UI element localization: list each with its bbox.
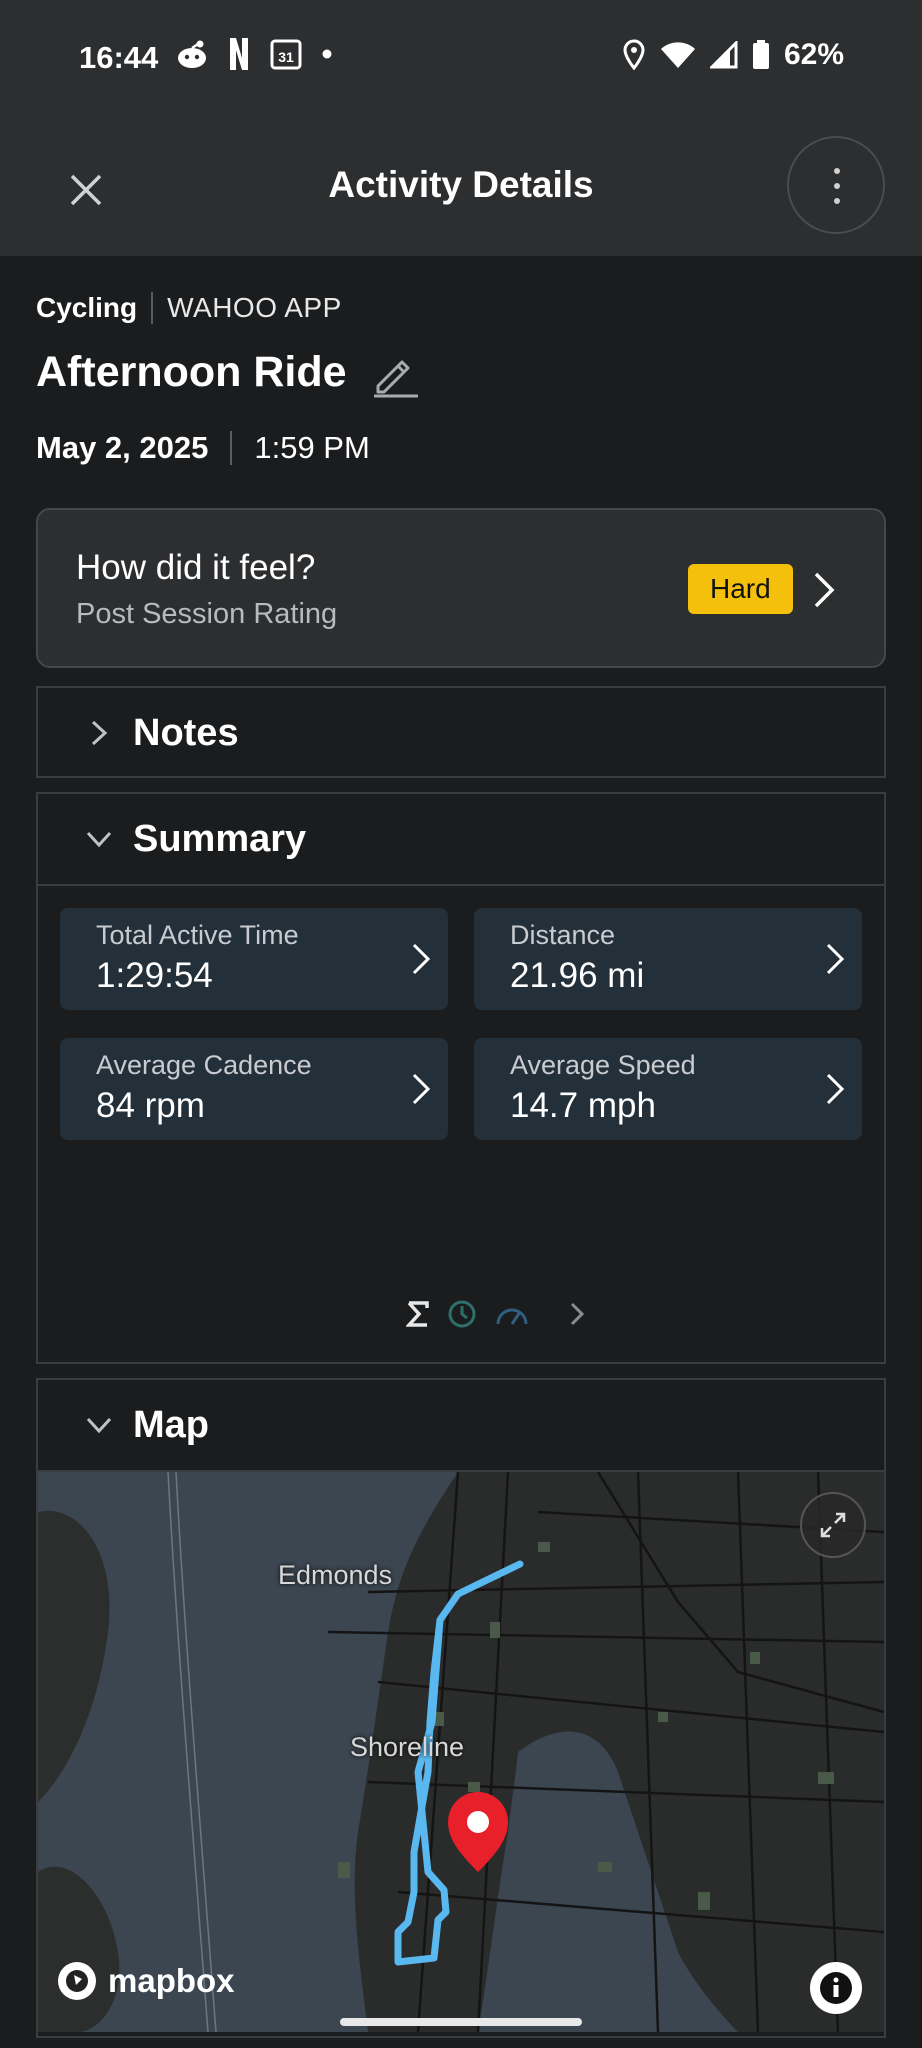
stat-label: Total Active Time <box>96 920 299 950</box>
stat-tile-average-cadence[interactable]: Average Cadence 84 rpm <box>60 1038 448 1140</box>
wifi-icon <box>660 42 695 68</box>
sigma-icon[interactable] <box>406 1300 430 1328</box>
route-map[interactable]: Edmonds Shoreline mapbox <box>38 1472 884 2032</box>
map-place-label: Edmonds <box>278 1560 393 1590</box>
mapbox-logo[interactable]: mapbox <box>56 1960 235 2002</box>
home-indicator[interactable] <box>340 2018 582 2026</box>
chevron-down-icon <box>86 1417 112 1434</box>
activity-time: 1:59 PM <box>254 430 370 465</box>
chevron-right-icon <box>412 1073 431 1105</box>
feel-question: How did it feel? <box>76 548 316 587</box>
stat-value: 1:29:54 <box>96 956 213 995</box>
edit-title-button[interactable] <box>370 350 420 400</box>
chevron-right-icon <box>412 943 431 975</box>
more-options-button[interactable] <box>787 136 885 234</box>
clock-icon[interactable] <box>446 1298 478 1330</box>
activity-date: May 2, 2025 <box>36 430 209 465</box>
sport-type: Cycling <box>36 292 138 323</box>
chevron-right-icon[interactable] <box>558 1300 598 1328</box>
cell-signal-icon <box>709 41 738 69</box>
summary-title: Summary <box>133 818 307 860</box>
chevron-right-icon <box>826 943 845 975</box>
map-section: Map Edmonds Shoreline mapbox <box>36 1378 886 2038</box>
map-header[interactable]: Map <box>38 1380 884 1470</box>
activity-title: Afternoon Ride <box>36 348 347 396</box>
map-title: Map <box>133 1404 209 1446</box>
chevron-right-icon <box>91 720 108 746</box>
notes-section: Notes <box>36 686 886 778</box>
speedometer-icon[interactable] <box>494 1300 530 1328</box>
stat-value: 21.96 mi <box>510 956 645 995</box>
divider <box>151 292 154 324</box>
expand-map-button[interactable] <box>800 1492 866 1558</box>
dot-icon <box>322 49 332 59</box>
notification-icons: 31 <box>176 38 332 70</box>
map-place-label: Shoreline <box>350 1732 465 1762</box>
calendar-icon: 31 <box>270 39 302 70</box>
status-time: 16:44 <box>79 40 159 75</box>
stat-label: Average Speed <box>510 1050 696 1080</box>
summary-header[interactable]: Summary <box>38 794 884 884</box>
chevron-right-icon <box>826 1073 845 1105</box>
battery-icon <box>752 40 769 69</box>
stat-tile-distance[interactable]: Distance 21.96 mi <box>474 908 862 1010</box>
status-bar: 16:44 31 62% <box>0 0 922 120</box>
expand-icon <box>820 1512 846 1538</box>
stat-value: 14.7 mph <box>510 1086 656 1125</box>
battery-percent: 62% <box>783 38 844 71</box>
chevron-down-icon <box>86 831 112 848</box>
post-session-rating-card[interactable]: How did it feel? Post Session Rating Har… <box>36 508 886 668</box>
netflix-icon <box>230 38 248 70</box>
rating-badge: Hard <box>688 564 793 614</box>
page-title: Activity Details <box>328 164 594 205</box>
notes-title: Notes <box>133 712 239 754</box>
mapbox-icon <box>58 1962 96 2000</box>
info-icon <box>820 1972 852 2004</box>
activity-content: Cycling WAHOO APP Afternoon Ride May 2, … <box>0 256 922 2048</box>
summary-pager <box>406 1298 598 1330</box>
stat-value: 84 rpm <box>96 1086 205 1125</box>
divider <box>230 431 233 465</box>
calendar-day: 31 <box>278 49 294 65</box>
activity-datetime: May 2, 2025 1:59 PM <box>36 430 370 466</box>
chevron-right-icon <box>814 572 835 608</box>
app-bar: Activity Details <box>0 120 922 256</box>
system-status-icons: 62% <box>622 38 844 72</box>
reddit-icon <box>178 40 206 68</box>
mapbox-wordmark: mapbox <box>108 1962 235 1999</box>
stat-tile-total-active-time[interactable]: Total Active Time 1:29:54 <box>60 908 448 1010</box>
stat-tile-average-speed[interactable]: Average Speed 14.7 mph <box>474 1038 862 1140</box>
summary-section: Summary Total Active Time 1:29:54 Distan… <box>36 792 886 1364</box>
feel-subtitle: Post Session Rating <box>76 598 338 630</box>
stat-label: Distance <box>510 920 616 950</box>
map-info-button[interactable] <box>810 1962 862 2014</box>
notes-header[interactable]: Notes <box>38 688 884 778</box>
location-icon <box>623 39 645 71</box>
pencil-icon <box>374 360 418 398</box>
activity-source: WAHOO APP <box>167 292 342 323</box>
stat-label: Average Cadence <box>96 1050 312 1080</box>
divider <box>38 884 884 886</box>
activity-meta: Cycling WAHOO APP <box>36 292 342 324</box>
